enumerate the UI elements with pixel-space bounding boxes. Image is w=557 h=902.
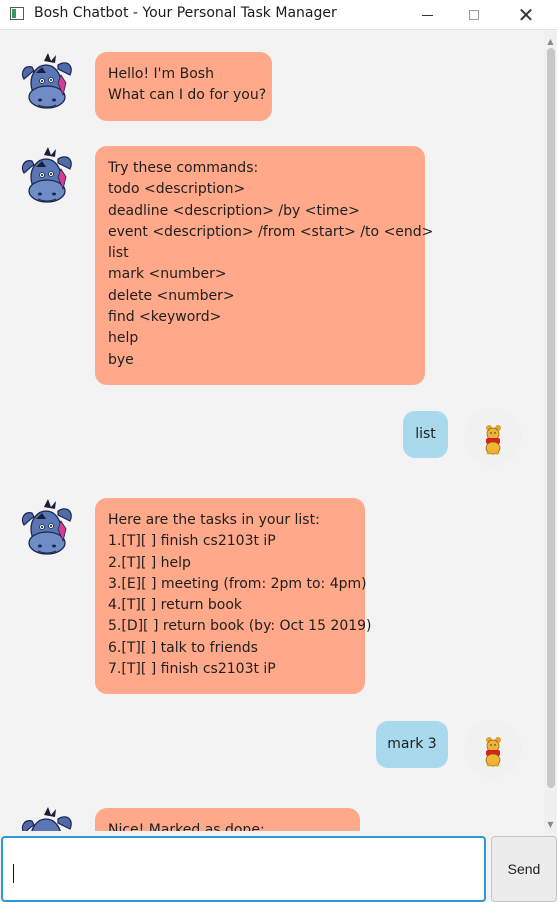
message-line: Hello! I'm Bosh — [108, 66, 214, 82]
bot-avatar — [18, 807, 76, 831]
message-line: 4.[T][ ] return book — [108, 597, 243, 614]
send-button[interactable]: Send — [491, 836, 557, 902]
title-bar: Bosh Chatbot - Your Personal Task Manage… — [0, 0, 557, 30]
bot-message-bubble: Hello! I'm Bosh What can I do for you? — [95, 52, 272, 121]
message-line: 5.[D][ ] return book (by: Oct 15 2019) — [108, 618, 372, 635]
message-line: 6.[T][ ] talk to friends — [108, 639, 258, 656]
scroll-up-icon[interactable]: ▲ — [544, 34, 557, 48]
message-line: Here are the tasks in your list: — [108, 512, 320, 528]
message-line: delete <number> — [108, 287, 235, 304]
message-text: mark 3 — [387, 735, 437, 752]
message-line: What can I do for you? — [108, 87, 267, 104]
user-avatar — [464, 720, 522, 778]
user-message-bubble: mark 3 — [376, 721, 448, 768]
bot-avatar — [18, 499, 76, 561]
bot-avatar — [18, 53, 76, 115]
scroll-down-icon[interactable]: ▼ — [544, 817, 557, 831]
minimize-icon — [421, 14, 433, 16]
app-icon — [10, 7, 24, 20]
message-line: todo <description> — [108, 181, 246, 198]
bot-message-bubble: Here are the tasks in your list: 1.[T][ … — [95, 498, 372, 694]
close-button[interactable]: ✕ — [503, 0, 549, 30]
message-line: mark <number> — [108, 266, 227, 283]
message-line: event <description> /from <start> /to <e… — [108, 223, 434, 240]
message-input[interactable] — [1, 836, 486, 902]
vertical-scrollbar[interactable]: ▲ ▼ — [544, 31, 557, 833]
message-line: list — [108, 245, 129, 262]
window-title: Bosh Chatbot - Your Personal Task Manage… — [34, 5, 337, 21]
message-line: 2.[T][ ] help — [108, 554, 191, 571]
message-line: bye — [108, 351, 134, 368]
scrollbar-thumb[interactable] — [547, 48, 555, 788]
message-line: 1.[T][ ] finish cs2103t iP — [108, 533, 276, 550]
bot-message-bubble: Nice! Marked as done: — [95, 808, 360, 831]
message-line: 7.[T][ ] finish cs2103t iP — [108, 661, 276, 678]
message-text: list — [415, 425, 436, 442]
bot-avatar — [18, 147, 76, 209]
minimize-button[interactable] — [404, 0, 450, 30]
text-caret — [13, 864, 14, 883]
pooh-icon — [485, 737, 501, 767]
message-line: 3.[E][ ] meeting (from: 2pm to: 4pm) — [108, 575, 367, 592]
eeyore-icon — [21, 53, 72, 109]
message-line: deadline <description> /by <time> — [108, 202, 360, 219]
eeyore-icon — [21, 807, 72, 831]
message-line: find <keyword> — [108, 309, 222, 326]
pooh-icon — [485, 425, 501, 455]
eeyore-icon — [21, 147, 72, 203]
maximize-button[interactable] — [451, 0, 497, 30]
eeyore-icon — [21, 499, 72, 555]
message-line: Nice! Marked as done: — [108, 822, 265, 831]
user-avatar — [464, 408, 522, 466]
input-bar: Send — [0, 833, 557, 902]
message-line: Try these commands: — [108, 160, 259, 176]
maximize-icon — [469, 10, 479, 20]
close-icon: ✕ — [517, 3, 535, 27]
message-line: help — [108, 330, 139, 347]
bot-message-bubble: Try these commands: todo <description> d… — [95, 146, 434, 385]
chat-scroll-pane[interactable]: Hello! I'm Bosh What can I do for you? T… — [0, 31, 545, 831]
user-message-bubble: list — [403, 411, 448, 458]
